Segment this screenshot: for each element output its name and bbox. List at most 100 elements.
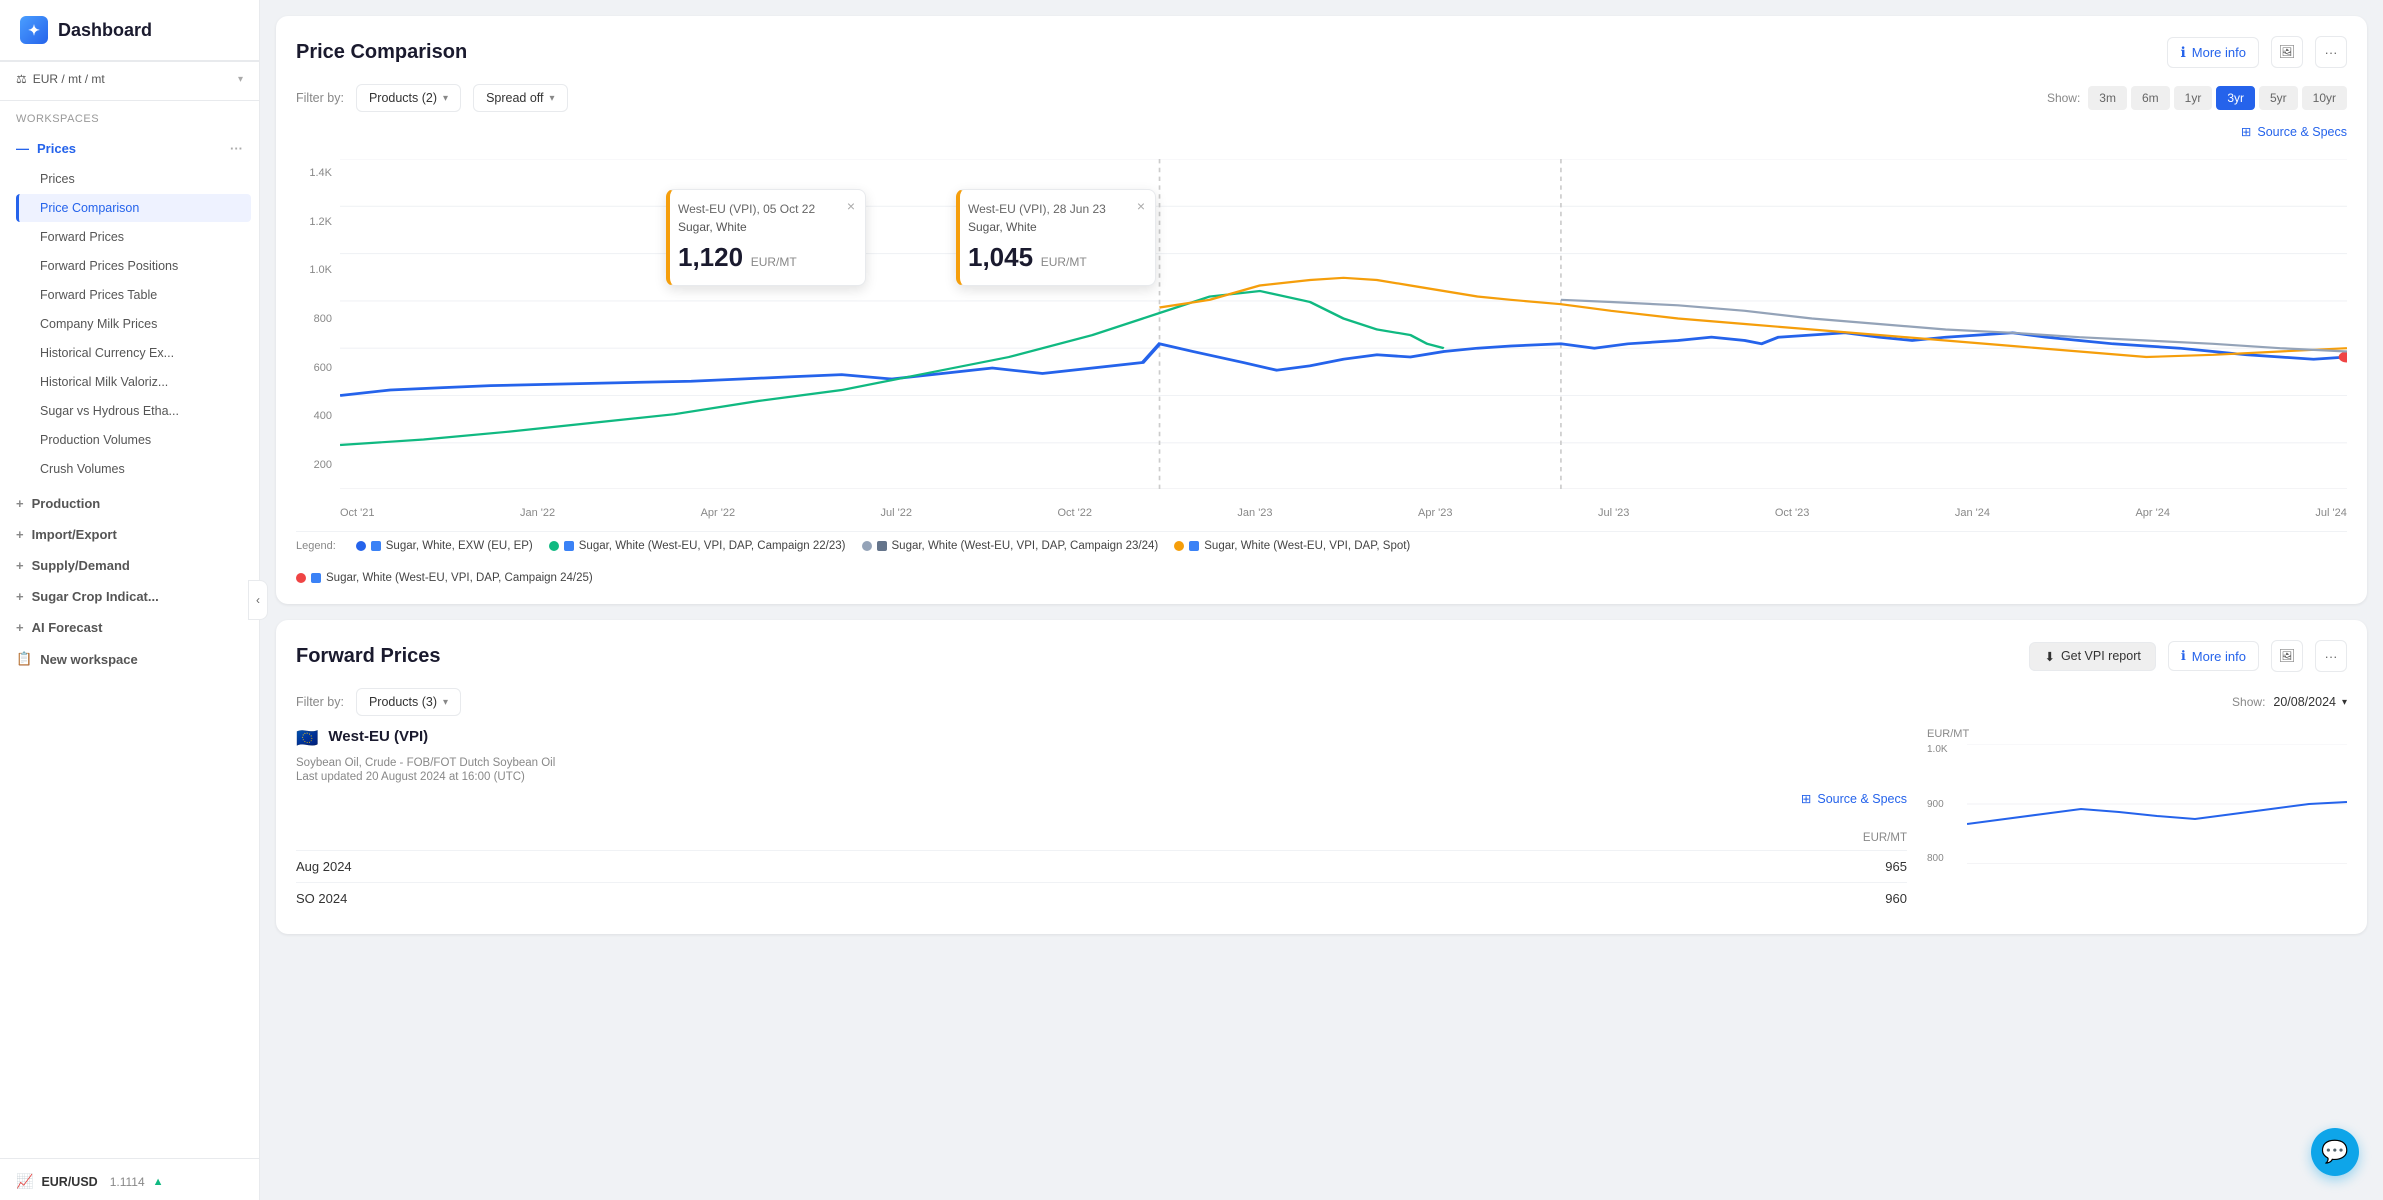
products-filter-value: Products (2) xyxy=(369,91,437,105)
price-chart-svg xyxy=(340,159,2347,489)
nav-group-prices-header[interactable]: — Prices ··· xyxy=(0,133,259,164)
mini-chart-y: 1.0K 900 800 xyxy=(1927,744,1959,864)
products-filter[interactable]: Products (2) ▾ xyxy=(356,84,461,112)
x-label-oct23: Oct '23 xyxy=(1775,507,1810,519)
forward-more-btn[interactable]: ··· xyxy=(2315,640,2347,672)
nav-group-import-export[interactable]: + Import/Export xyxy=(0,519,259,550)
y-label-1200: 1.2K xyxy=(296,216,340,228)
nav-group-import-export-label: Import/Export xyxy=(32,527,117,542)
legend-item-5[interactable]: Sugar, White (West-EU, VPI, DAP, Campaig… xyxy=(296,572,2347,584)
value-so2024: 960 xyxy=(1827,891,1907,906)
sidebar-item-prices[interactable]: Prices xyxy=(16,165,251,193)
x-label-apr24: Apr '24 xyxy=(2135,507,2170,519)
tooltip-1-location: West-EU (VPI), 05 Oct 22 xyxy=(678,202,849,216)
legend-label-2: Sugar, White (West-EU, VPI, DAP, Campaig… xyxy=(579,540,846,552)
sidebar-item-historical-milk[interactable]: Historical Milk Valoriz... xyxy=(16,368,251,396)
get-vpi-report-btn[interactable]: ⬇ Get VPI report xyxy=(2029,642,2155,671)
tooltip-2-unit: EUR/MT xyxy=(1041,255,1087,269)
legend-item-4[interactable]: Sugar, White (West-EU, VPI, DAP, Spot) xyxy=(1174,540,1410,552)
sidebar-item-crush-volumes[interactable]: Crush Volumes xyxy=(16,455,251,483)
forward-date-chevron: ▾ xyxy=(2342,697,2347,708)
show-3yr-btn[interactable]: 3yr xyxy=(2216,86,2255,110)
legend-item-3[interactable]: Sugar, White (West-EU, VPI, DAP, Campaig… xyxy=(862,540,1159,552)
workspaces-label: Workspaces xyxy=(0,105,259,133)
forward-prices-actions: ⬇ Get VPI report ℹ More info 🖼 ··· xyxy=(2029,640,2347,672)
nav-sub-items-prices: Prices Price Comparison Forward Prices F… xyxy=(0,165,259,483)
download-icon: ⬇ xyxy=(2044,649,2054,664)
show-10yr-btn[interactable]: 10yr xyxy=(2302,86,2347,110)
chart-area: 1.4K 1.2K 1.0K 800 600 400 200 xyxy=(296,159,2347,519)
nav-group-prices-more[interactable]: ··· xyxy=(230,141,243,156)
forward-filter-label: Filter by: xyxy=(296,695,344,709)
legend-flag-4 xyxy=(1189,541,1199,551)
x-label-jan23: Jan '23 xyxy=(1237,507,1272,519)
legend-label-3: Sugar, White (West-EU, VPI, DAP, Campaig… xyxy=(892,540,1159,552)
x-label-apr23: Apr '23 xyxy=(1418,507,1453,519)
y-label-800: 800 xyxy=(296,313,340,325)
currency-selector[interactable]: ⚖ EUR / mt / mt ▾ xyxy=(0,61,259,96)
forward-products-value: Products (3) xyxy=(369,695,437,709)
sidebar-item-forward-prices[interactable]: Forward Prices xyxy=(16,223,251,251)
legend-item-2[interactable]: Sugar, White (West-EU, VPI, DAP, Campaig… xyxy=(549,540,846,552)
nav-group-new-workspace[interactable]: 📋 New workspace xyxy=(0,643,259,675)
tooltip-2-location: West-EU (VPI), 28 Jun 23 xyxy=(968,202,1139,216)
forward-dots-icon: ··· xyxy=(2325,649,2338,664)
sidebar-item-forward-prices-positions[interactable]: Forward Prices Positions xyxy=(16,252,251,280)
nav-group-plus-icon4: + xyxy=(16,589,24,604)
forward-prices-card: Forward Prices ⬇ Get VPI report ℹ More i… xyxy=(276,620,2367,934)
legend-label-4: Sugar, White (West-EU, VPI, DAP, Spot) xyxy=(1204,540,1410,552)
forward-info-icon: ℹ xyxy=(2181,648,2186,664)
sidebar-item-sugar-vs-hydrous[interactable]: Sugar vs Hydrous Etha... xyxy=(16,397,251,425)
tooltip-2-close[interactable]: × xyxy=(1137,198,1145,214)
legend-dot-3 xyxy=(862,541,872,551)
tooltip-1-close[interactable]: × xyxy=(847,198,855,214)
y-label-1400: 1.4K xyxy=(296,167,340,179)
show-5yr-btn[interactable]: 5yr xyxy=(2259,86,2298,110)
sidebar-item-production-volumes[interactable]: Production Volumes xyxy=(16,426,251,454)
image-icon: 🖼 xyxy=(2279,44,2296,60)
product-region: West-EU (VPI) xyxy=(328,728,428,745)
col-unit: EUR/MT xyxy=(1827,832,1907,844)
sidebar-item-price-comparison[interactable]: Price Comparison xyxy=(16,194,251,222)
x-label-jul23: Jul '23 xyxy=(1598,507,1629,519)
nav-group-sugar-crop[interactable]: + Sugar Crop Indicat... xyxy=(0,581,259,612)
sidebar-collapse-button[interactable]: ‹ xyxy=(248,580,268,620)
forward-more-info-btn[interactable]: ℹ More info xyxy=(2168,641,2259,671)
sidebar-item-forward-prices-table[interactable]: Forward Prices Table xyxy=(16,281,251,309)
spread-filter[interactable]: Spread off ▾ xyxy=(473,84,567,112)
nav-group-production[interactable]: + Production xyxy=(0,488,259,519)
currency-pair-footer[interactable]: 📈 EUR/USD 1.1114 ▲ xyxy=(0,1163,259,1200)
legend-dot-1 xyxy=(356,541,366,551)
nav-group-production-label: Production xyxy=(32,496,101,511)
show-1yr-btn[interactable]: 1yr xyxy=(2174,86,2213,110)
forward-products-filter[interactable]: Products (3) ▾ xyxy=(356,688,461,716)
forward-prices-content: 🇪🇺 West-EU (VPI) Soybean Oil, Crude - FO… xyxy=(296,728,2347,914)
spread-filter-value: Spread off xyxy=(486,91,543,105)
chat-bubble[interactable]: 💬 xyxy=(2311,1128,2359,1176)
nav-group-supply-demand[interactable]: + Supply/Demand xyxy=(0,550,259,581)
more-options-button[interactable]: ··· xyxy=(2315,36,2347,68)
source-specs-btn[interactable]: ⊞ Source & Specs xyxy=(2241,124,2347,139)
table-icon: ⊞ xyxy=(2241,124,2251,139)
filter-label: Filter by: xyxy=(296,91,344,105)
table-row-so2024: SO 2024 960 xyxy=(296,882,1907,914)
nav-group-plus-icon: + xyxy=(16,496,24,511)
currency-label: EUR / mt / mt xyxy=(33,72,105,86)
image-button[interactable]: 🖼 xyxy=(2271,36,2303,68)
forward-image-icon: 🖼 xyxy=(2279,648,2296,664)
legend-flag-1 xyxy=(371,541,381,551)
sidebar-item-historical-currency[interactable]: Historical Currency Ex... xyxy=(16,339,251,367)
new-workspace-icon: 📋 xyxy=(16,651,32,667)
nav-group-ai-forecast[interactable]: + AI Forecast xyxy=(0,612,259,643)
show-6m-btn[interactable]: 6m xyxy=(2131,86,2170,110)
currency-rate: 1.1114 xyxy=(110,1175,145,1189)
legend-item-1[interactable]: Sugar, White, EXW (EU, EP) xyxy=(356,540,533,552)
forward-image-btn[interactable]: 🖼 xyxy=(2271,640,2303,672)
forward-show-date[interactable]: 20/08/2024 ▾ xyxy=(2273,695,2347,709)
forward-mini-chart: EUR/MT 1.0K 900 800 xyxy=(1927,728,2347,914)
forward-source-specs-btn[interactable]: ⊞ Source & Specs xyxy=(1801,791,1907,806)
show-3m-btn[interactable]: 3m xyxy=(2088,86,2127,110)
sidebar-item-company-milk-prices[interactable]: Company Milk Prices xyxy=(16,310,251,338)
more-info-button[interactable]: ℹ More info xyxy=(2167,37,2259,68)
show-controls: Show: 3m 6m 1yr 3yr 5yr 10yr xyxy=(2047,86,2347,110)
